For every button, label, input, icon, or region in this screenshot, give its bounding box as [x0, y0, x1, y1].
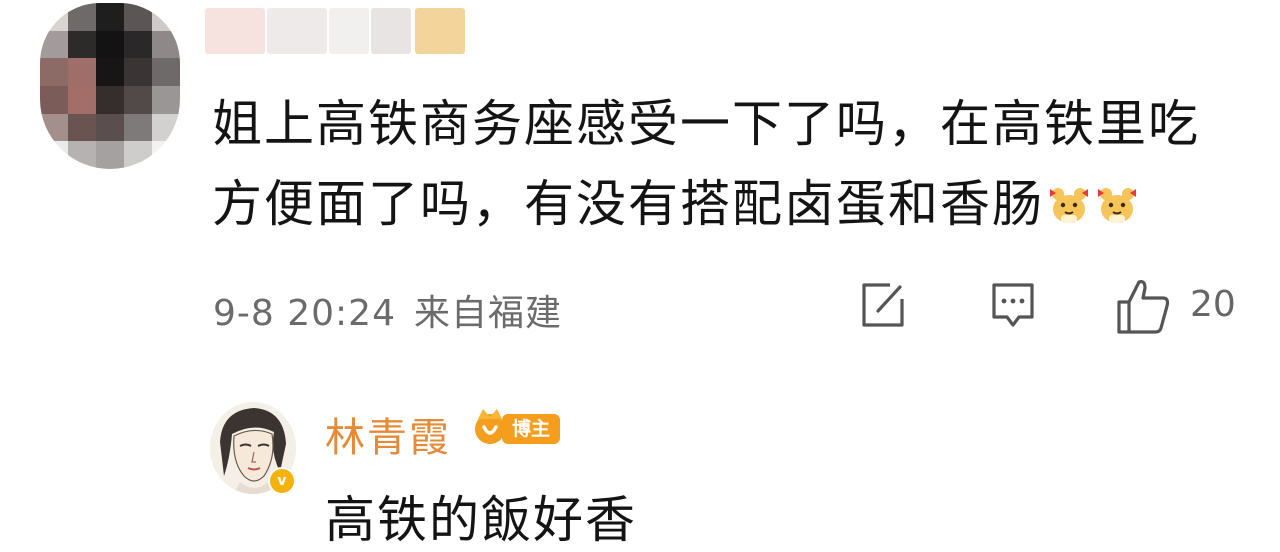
verified-badge-icon: v	[268, 467, 296, 495]
comment-line-1: 姐上高铁商务座感受一下了吗，在高铁里吃	[212, 95, 1200, 153]
comment-button[interactable]	[988, 279, 1038, 333]
comment-text: 姐上高铁商务座感受一下了吗，在高铁里吃 方便面了吗，有没有搭配卤蛋和香肠	[212, 84, 1212, 244]
comment-icon	[992, 283, 1034, 327]
badge-label: 博主	[502, 414, 560, 444]
commenter-avatar[interactable]	[40, 3, 180, 169]
comment-time: 9-8 20:24	[213, 293, 396, 334]
comment-line-2: 方便面了吗，有没有搭配卤蛋和香肠	[212, 175, 1044, 233]
comment-location: 来自福建	[414, 293, 563, 334]
hamster-emoji-icon	[1098, 188, 1136, 223]
like-button[interactable]	[1115, 276, 1171, 336]
like-count: 20	[1190, 284, 1236, 325]
commenter-name-blurred[interactable]	[205, 8, 467, 54]
reply-author-name[interactable]: 林青霞	[325, 405, 451, 463]
hamster-emoji-icon	[1050, 188, 1088, 223]
share-button[interactable]	[858, 279, 908, 331]
share-edit-icon	[862, 283, 904, 327]
reply-text: 高铁的飯好香	[325, 491, 637, 549]
comment-meta: 9-8 20:24 来自福建	[213, 284, 562, 336]
thumbs-up-icon	[1117, 280, 1170, 334]
blogger-badge: 博主	[470, 405, 562, 447]
